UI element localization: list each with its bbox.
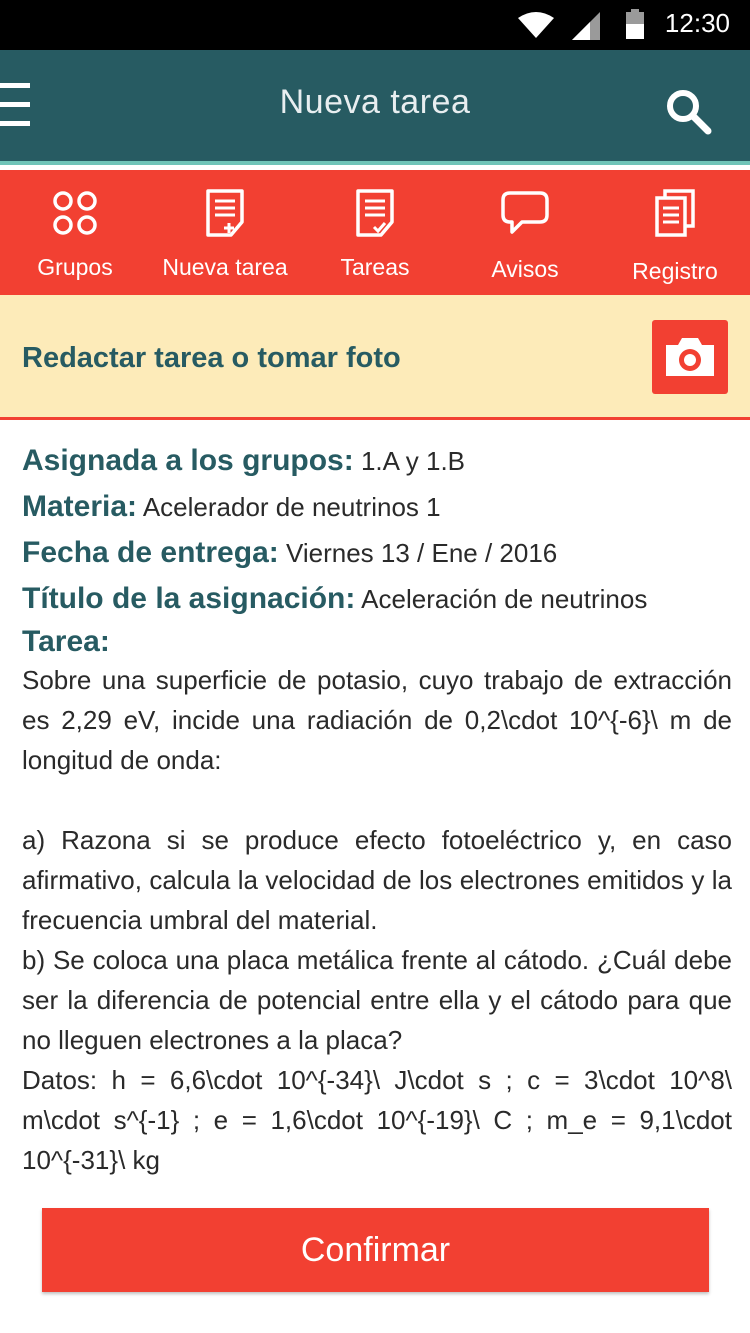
nav-bar: Grupos Nueva tarea Tareas Avisos Registr… <box>0 170 750 295</box>
nav-label-nueva-tarea: Nueva tarea <box>162 254 288 280</box>
nav-label-registro: Registro <box>632 258 718 284</box>
status-time: 12:30 <box>664 8 730 38</box>
subject-label: Materia: <box>22 490 138 523</box>
nav-label-avisos: Avisos <box>491 256 559 282</box>
new-task-icon <box>206 189 244 237</box>
groups-label: Asignada a los grupos: <box>22 444 354 477</box>
page-title: Nueva tarea <box>279 83 471 121</box>
groups-icon <box>53 191 97 235</box>
due-date-value: Viernes 13 / Ene / 2016 <box>285 538 558 568</box>
battery-icon <box>626 9 644 39</box>
compose-banner: Redactar tarea o tomar foto <box>0 295 750 420</box>
nav-label-grupos: Grupos <box>37 254 113 280</box>
nav-item-registro[interactable]: Registro <box>600 170 750 295</box>
due-date-row: Fecha de entrega: Viernes 13 / Ene / 201… <box>22 530 732 576</box>
due-date-label: Fecha de entrega: <box>22 536 279 569</box>
subject-row: Materia: Acelerador de neutrinos 1 <box>22 484 732 530</box>
nav-item-tareas[interactable]: Tareas <box>300 170 450 295</box>
task-body: Sobre una superficie de potasio, cuyo tr… <box>22 665 732 1175</box>
camera-button[interactable] <box>652 320 728 394</box>
confirm-button[interactable]: Confirmar <box>42 1208 709 1292</box>
assignment-title-value: Aceleración de neutrinos <box>361 584 648 614</box>
assignment-title-row: Título de la asignación: Aceleración de … <box>22 576 732 622</box>
task-label: Tarea: <box>22 625 110 658</box>
app-bar: Nueva tarea <box>0 50 750 165</box>
nav-label-tareas: Tareas <box>340 254 410 280</box>
tasks-icon <box>356 189 394 237</box>
groups-row: Asignada a los grupos: 1.A y 1.B <box>22 438 732 484</box>
subject-value: Acelerador de neutrinos 1 <box>142 492 441 522</box>
chat-icon <box>501 191 549 234</box>
nav-item-avisos[interactable]: Avisos <box>450 170 600 295</box>
nav-item-nueva-tarea[interactable]: Nueva tarea <box>150 170 300 295</box>
groups-value: 1.A y 1.B <box>360 446 466 476</box>
compose-title[interactable]: Redactar tarea o tomar foto <box>22 342 401 375</box>
nav-item-grupos[interactable]: Grupos <box>0 170 150 295</box>
log-icon <box>655 189 695 237</box>
signal-icon <box>572 12 600 40</box>
camera-icon <box>666 338 714 376</box>
search-icon[interactable] <box>664 87 712 135</box>
task-details: Asignada a los grupos: 1.A y 1.B Materia… <box>22 438 732 1180</box>
wifi-icon <box>518 12 554 38</box>
status-bar: 12:30 <box>0 0 750 50</box>
assignment-title-label: Título de la asignación: <box>22 582 356 615</box>
